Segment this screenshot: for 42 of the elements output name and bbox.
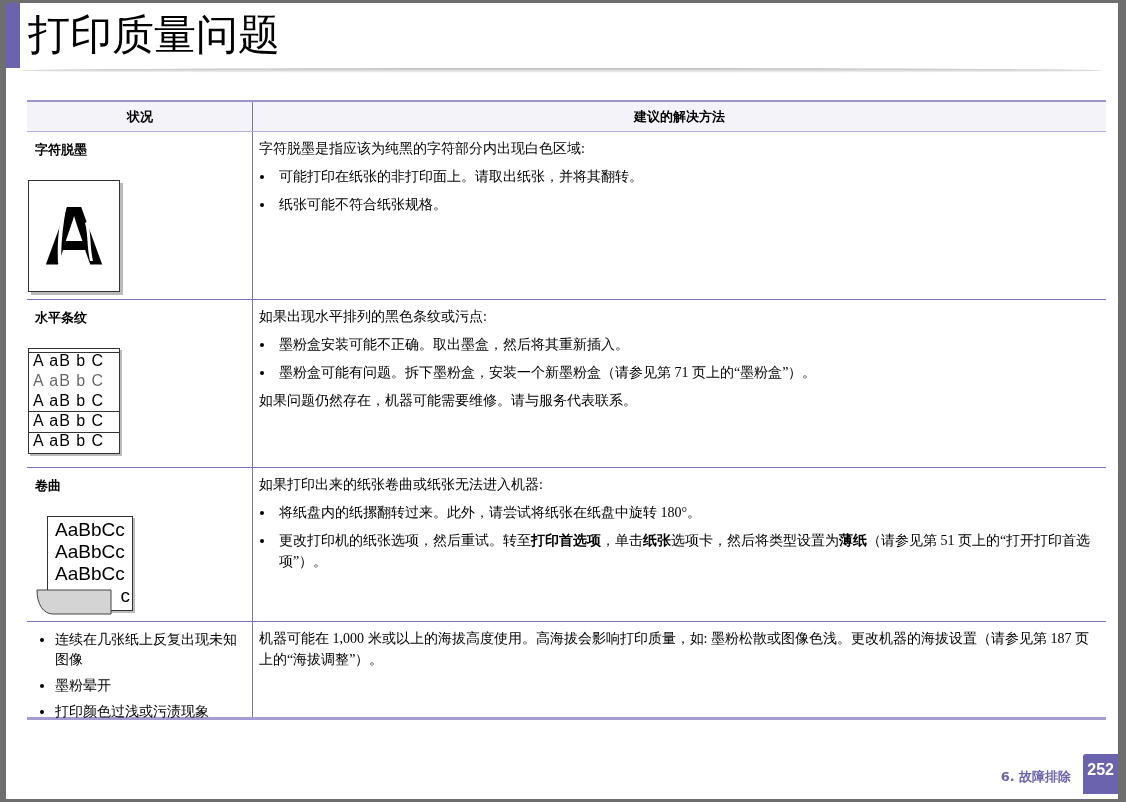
solution-text: 如果问题仍然存在，机器可能需要维修。请与服务代表联系。: [259, 392, 638, 410]
sample-text-line: AaBbCc: [55, 562, 126, 585]
solution-text: 字符脱墨是指应该为纯黑的字符部分内出现白色区域:: [259, 140, 586, 158]
bullet-icon: [260, 343, 264, 347]
column-header: 状况: [27, 102, 253, 131]
condition-item: 打印颜色过浅或污渍现象: [55, 703, 210, 721]
bullet-icon: [260, 511, 264, 515]
solution-text: 如果出现水平排列的黑色条纹或污点:: [259, 308, 488, 326]
bullet-icon: [260, 539, 264, 543]
condition-label: 水平条纹: [35, 309, 88, 327]
condition-label: 卷曲: [35, 477, 62, 495]
solution-item: 纸张可能不符合纸张规格。: [279, 196, 447, 214]
solution-item: 墨粉盒安装可能不正确。取出墨盒，然后将其重新插入。: [279, 336, 629, 354]
sample-text-line: A aB b C: [33, 410, 106, 431]
sample-text-line: c: [120, 584, 131, 607]
solution-item: 更改打印机的纸张选项，然后重试。转至打印首选项，单击纸张选项卡，然后将类型设置为薄纸（请参见第 51 页上的“打开打印首选项”）。: [279, 532, 1092, 571]
sample-text-line: AaBbCc: [55, 518, 126, 541]
solution-text: 如果打印出来的纸张卷曲或纸张无法进入机器:: [259, 476, 544, 494]
bullet-icon: [260, 203, 264, 207]
sample-text-line: AaBbCc: [55, 540, 126, 563]
condition-item: 墨粉晕开: [55, 677, 112, 695]
page-title: 打印质量问题: [28, 11, 280, 60]
bullet-icon: [260, 371, 264, 375]
sample-text-line: A aB b C: [33, 430, 106, 451]
sample-text-line: A aB b C: [33, 350, 106, 371]
page-curl-icon: [35, 587, 113, 616]
chapter-label: 6. 故障排除: [1000, 767, 1072, 786]
bullet-icon: [40, 638, 44, 642]
condition-label: 字符脱墨: [35, 141, 88, 159]
solution-item: 将纸盘内的纸摞翻转过来。此外，请尝试将纸张在纸盘中旋转 180°。: [279, 504, 702, 522]
bullet-icon: [40, 684, 44, 688]
page-number: 252: [1083, 754, 1118, 794]
title-accent-bar: [6, 3, 20, 68]
solution-item: 可能打印在纸张的非打印面上。请取出纸张，并将其翻转。: [279, 168, 643, 186]
sample-text-line: A aB b C: [33, 370, 106, 391]
solution-item: 墨粉盒可能有问题。拆下墨粉盒，安装一个新墨粉盒（请参见第 71 页上的“墨粉盒”）。: [279, 364, 817, 382]
sample-text-line: A aB b C: [33, 390, 106, 411]
condition-item: 连续在几张纸上反复出现未知图像: [55, 631, 238, 669]
column-header: 建议的解决方法: [632, 107, 726, 126]
bullet-icon: [260, 175, 264, 179]
solution-text: 机器可能在 1,000 米或以上的海拔高度使用。高海拔会影响打印质量，如: 墨粉松散或图像色浅。更改机器的海拔设置（请参见第 187 页上的“海拔调整”）。: [259, 630, 1090, 669]
bullet-icon: [40, 710, 44, 714]
